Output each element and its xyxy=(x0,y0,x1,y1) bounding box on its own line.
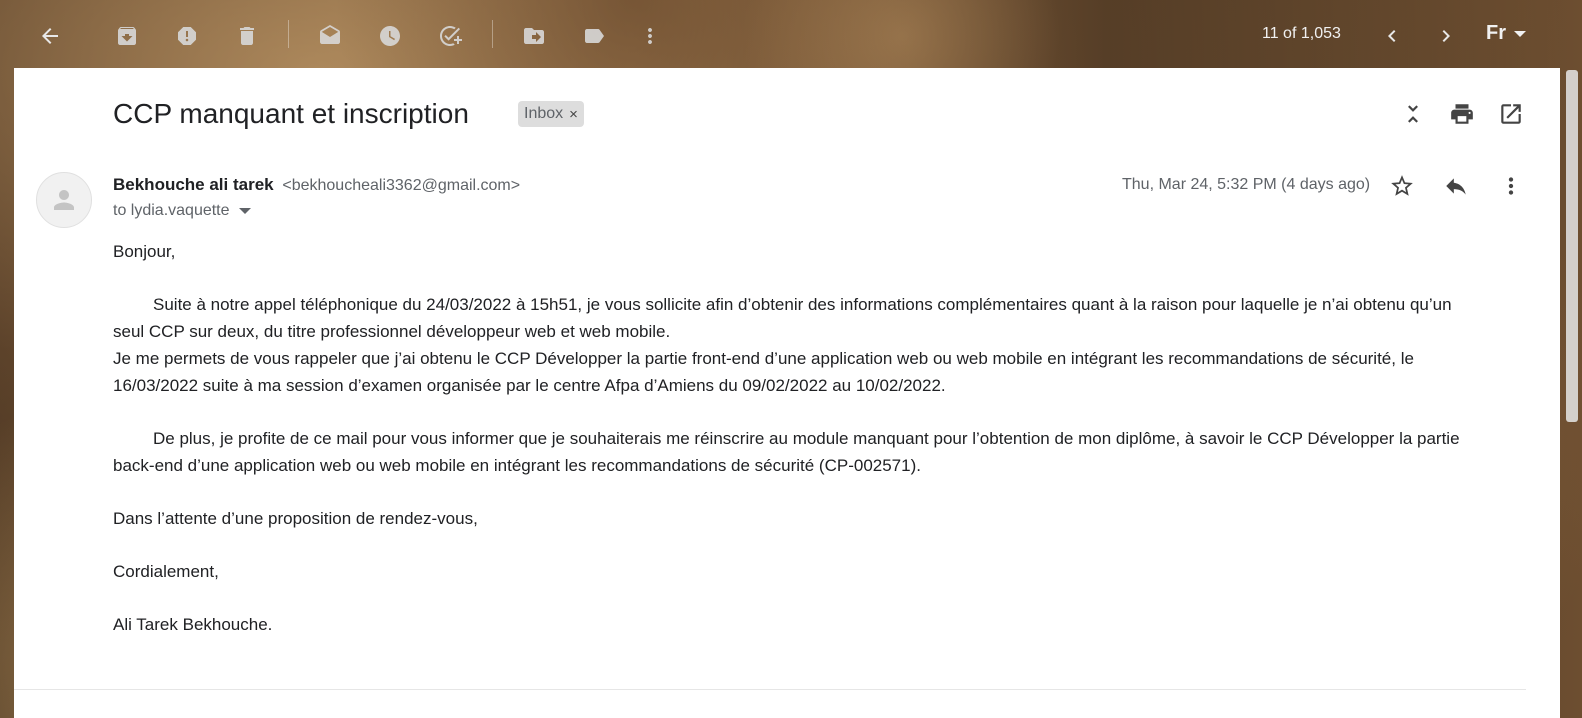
inbox-label-chip: Inbox × xyxy=(518,101,584,127)
collapse-all-icon[interactable] xyxy=(1395,96,1431,132)
sender-line: Bekhouche ali tarek <bekhoucheali3362@gm… xyxy=(113,175,520,195)
delete-icon[interactable] xyxy=(227,16,267,56)
body-paragraph-line: Suite à notre appel téléphonique du 24/0… xyxy=(153,295,1452,314)
body-paragraph-line: seul CCP sur deux, du titre professionne… xyxy=(113,322,671,341)
chevron-down-icon xyxy=(1514,30,1526,37)
open-new-window-icon[interactable] xyxy=(1493,96,1529,132)
recipient-text: to lydia.vaquette xyxy=(113,202,230,219)
sender-name[interactable]: Bekhouche ali tarek xyxy=(113,175,274,194)
body-closing: Dans l’attente d’une proposition de rend… xyxy=(113,509,478,528)
body-greeting: Bonjour, xyxy=(113,242,176,261)
message-subject: CCP manquant et inscription xyxy=(113,98,469,129)
body-signature: Ali Tarek Bekhouche. xyxy=(113,615,273,634)
message-date: Thu, Mar 24, 5:32 PM (4 days ago) xyxy=(1122,176,1371,193)
message-divider xyxy=(14,689,1526,690)
labels-icon[interactable] xyxy=(574,16,614,56)
more-vert-icon[interactable] xyxy=(630,16,670,56)
toolbar: 11 of 1,053 Fr xyxy=(0,0,1582,68)
sender-email: <bekhoucheali3362@gmail.com> xyxy=(282,177,521,194)
person-icon xyxy=(54,190,74,210)
input-tools-label: Fr xyxy=(1486,22,1506,44)
message-more-icon[interactable] xyxy=(1493,168,1529,204)
sender-avatar[interactable] xyxy=(36,172,92,228)
mark-unread-icon[interactable] xyxy=(310,16,350,56)
body-paragraph-line: back-end d’une application web ou web mo… xyxy=(113,456,921,475)
message-panel: CCP manquant et inscription Inbox × Bekh… xyxy=(14,68,1560,718)
toolbar-divider xyxy=(288,20,289,48)
message-counter: 11 of 1,053 xyxy=(1262,25,1341,42)
move-to-icon[interactable] xyxy=(514,16,554,56)
prev-chevron-icon[interactable] xyxy=(1372,16,1412,56)
report-spam-icon[interactable] xyxy=(167,16,207,56)
body-salutation: Cordialement, xyxy=(113,562,219,581)
recipient-line: to lydia.vaquette xyxy=(113,202,251,220)
add-to-tasks-icon[interactable] xyxy=(430,16,470,56)
star-icon[interactable] xyxy=(1384,168,1420,204)
message-body: Bonjour, Suite à notre appel téléphoniqu… xyxy=(113,238,1533,638)
reply-icon[interactable] xyxy=(1438,168,1474,204)
toolbar-divider xyxy=(492,20,493,48)
input-tools-selector[interactable]: Fr xyxy=(1486,22,1526,45)
body-paragraph-line: 16/03/2022 suite à ma session d’examen o… xyxy=(113,376,946,395)
back-arrow-icon[interactable] xyxy=(30,16,70,56)
remove-label-icon[interactable]: × xyxy=(569,106,578,123)
show-details-chevron-icon[interactable] xyxy=(238,208,251,214)
next-chevron-icon[interactable] xyxy=(1426,16,1466,56)
print-icon[interactable] xyxy=(1444,96,1480,132)
body-paragraph-line: De plus, je profite de ce mail pour vous… xyxy=(153,429,1460,448)
body-paragraph-line: Je me permets de vous rappeler que j’ai … xyxy=(113,349,1414,368)
label-chip-text: Inbox xyxy=(524,105,564,122)
archive-icon[interactable] xyxy=(107,16,147,56)
snooze-icon[interactable] xyxy=(370,16,410,56)
scrollbar[interactable] xyxy=(1566,70,1578,422)
